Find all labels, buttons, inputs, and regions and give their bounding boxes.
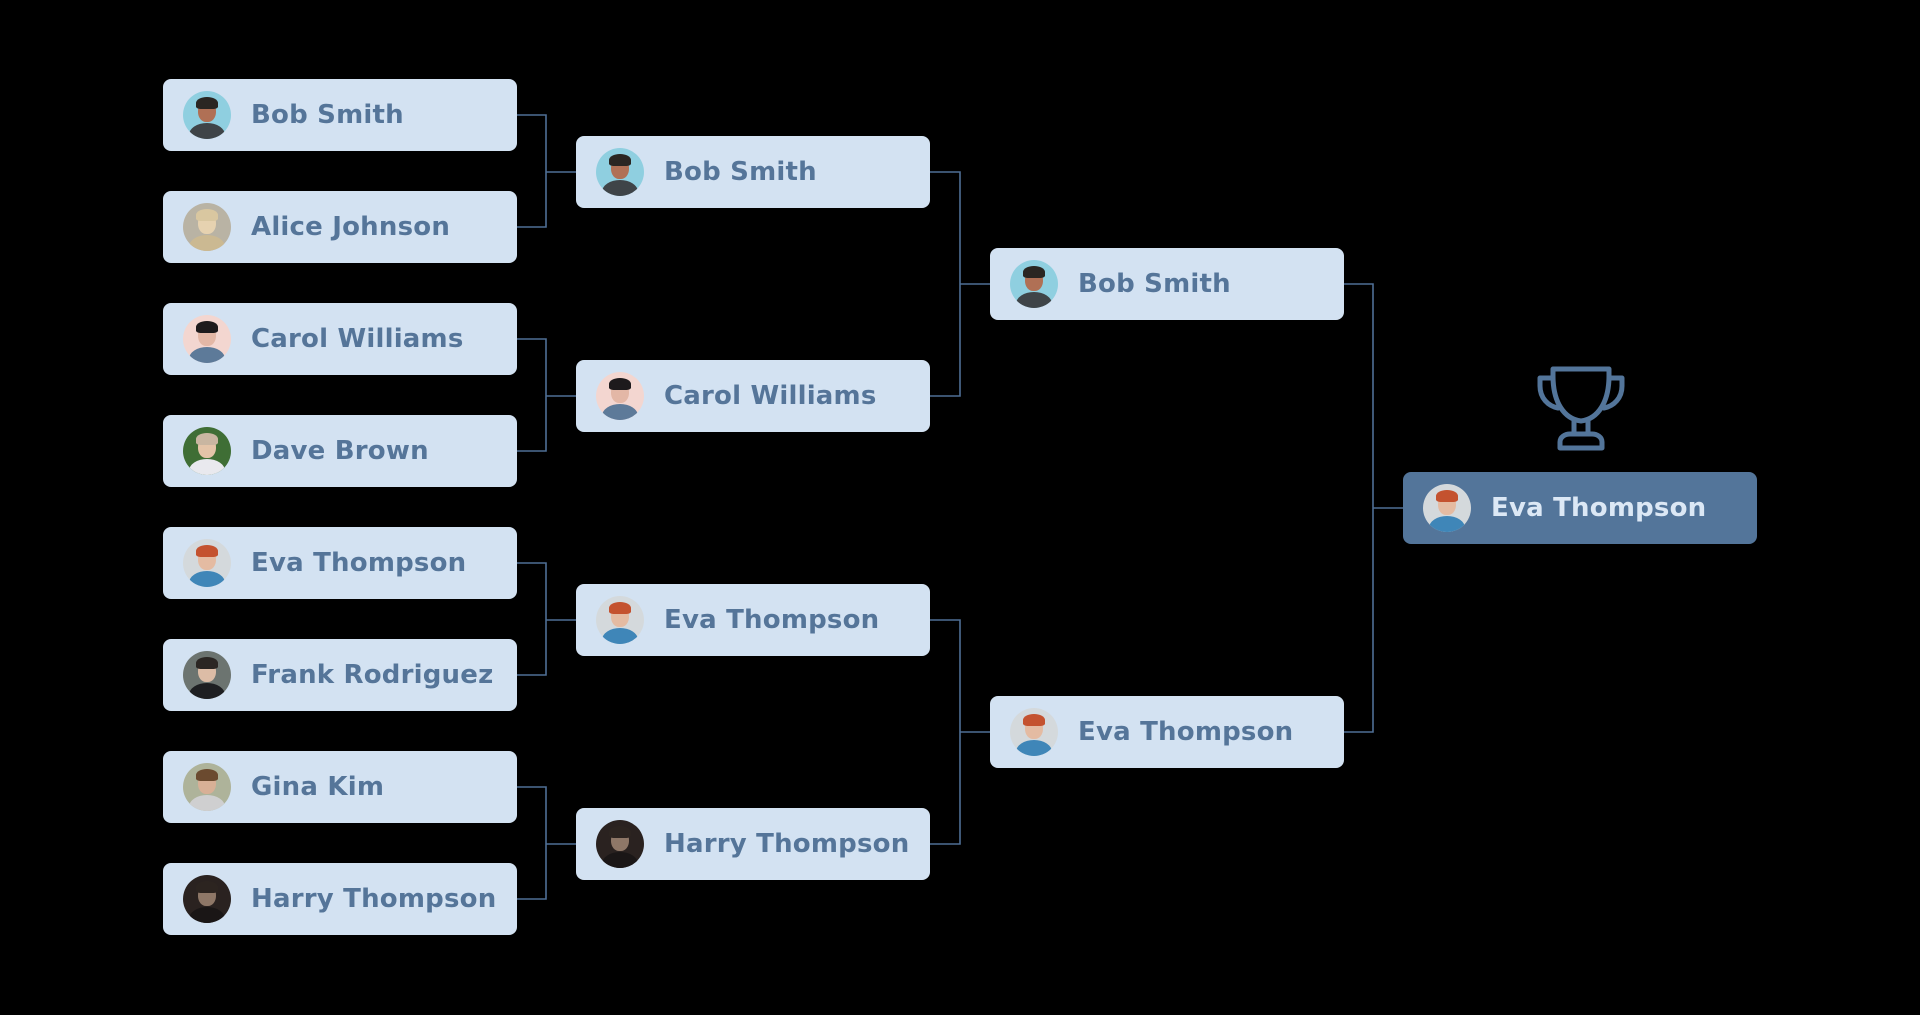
player-name: Bob Smith [251,100,404,130]
player-card-r2-1[interactable]: Bob Smith [576,136,930,208]
avatar [183,427,231,475]
connector-r1-2 [517,338,547,452]
avatar [183,875,231,923]
player-name: Alice Johnson [251,212,451,242]
player-card-r1-7[interactable]: Gina Kim [163,751,517,823]
player-card-r1-4[interactable]: Dave Brown [163,415,517,487]
tournament-bracket: Bob Smith Alice Johnson Carol Williams D… [0,0,1920,1015]
avatar [183,763,231,811]
champion-name: Eva Thompson [1491,493,1707,523]
player-name: Carol Williams [664,381,877,411]
connector-r1-3 [517,562,547,676]
player-card-r1-3[interactable]: Carol Williams [163,303,517,375]
avatar [1010,708,1058,756]
player-name: Harry Thompson [664,829,910,859]
player-name: Eva Thompson [1078,717,1294,747]
avatar [596,820,644,868]
player-name: Bob Smith [1078,269,1231,299]
connector-r1-4 [517,786,547,900]
player-card-r2-2[interactable]: Carol Williams [576,360,930,432]
avatar [596,148,644,196]
avatar [1423,484,1471,532]
avatar [183,203,231,251]
player-card-r3-2[interactable]: Eva Thompson [990,696,1344,768]
avatar [183,91,231,139]
avatar [183,651,231,699]
player-name: Harry Thompson [251,884,497,914]
player-card-r2-3[interactable]: Eva Thompson [576,584,930,656]
connector-r2-1 [930,171,961,397]
player-name: Eva Thompson [664,605,880,635]
player-card-r1-5[interactable]: Eva Thompson [163,527,517,599]
avatar [1010,260,1058,308]
champion-card[interactable]: Eva Thompson [1403,472,1757,544]
player-card-r2-4[interactable]: Harry Thompson [576,808,930,880]
avatar [183,539,231,587]
player-card-r1-2[interactable]: Alice Johnson [163,191,517,263]
player-name: Frank Rodriguez [251,660,494,690]
player-name: Dave Brown [251,436,429,466]
avatar [596,372,644,420]
avatar [183,315,231,363]
player-card-r1-1[interactable]: Bob Smith [163,79,517,151]
player-name: Carol Williams [251,324,464,354]
player-name: Gina Kim [251,772,385,802]
connector-r1-1 [517,114,547,228]
connector-final [1343,283,1374,733]
player-name: Bob Smith [664,157,817,187]
player-card-r3-1[interactable]: Bob Smith [990,248,1344,320]
connector-r2-2 [930,619,961,845]
player-card-r1-8[interactable]: Harry Thompson [163,863,517,935]
player-name: Eva Thompson [251,548,467,578]
avatar [596,596,644,644]
player-card-r1-6[interactable]: Frank Rodriguez [163,639,517,711]
trophy-icon [1537,366,1625,451]
